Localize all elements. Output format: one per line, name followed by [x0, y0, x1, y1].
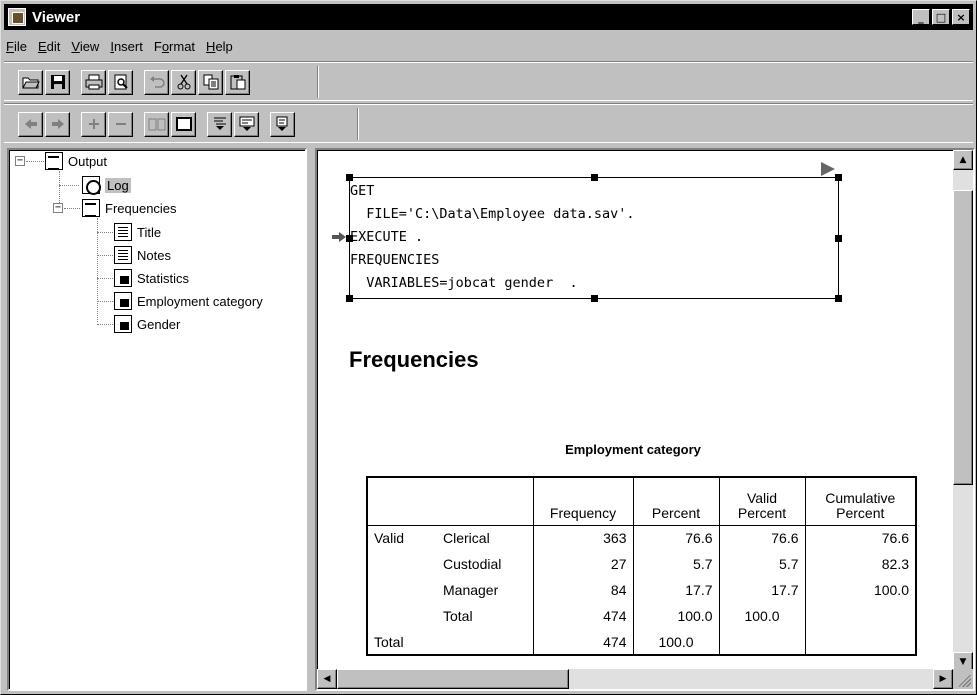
- content-pane[interactable]: GET FILE='C:\Data\Employee data.sav'. EX…: [315, 148, 975, 691]
- table-row: Custodial 27 5.7 5.7 82.3: [367, 551, 916, 577]
- hide-box-icon[interactable]: [171, 111, 196, 137]
- menu-bar: File Edit View Insert Format Help: [4, 33, 973, 59]
- col-header-valid-percent: Valid Percent: [718, 477, 805, 526]
- horizontal-scrollbar[interactable]: ◀ ▶: [317, 669, 953, 689]
- vertical-scroll-thumb[interactable]: [953, 190, 973, 485]
- table-title[interactable]: Employment category: [317, 442, 949, 457]
- tree-node-log[interactable]: Log: [82, 175, 131, 195]
- scroll-up-icon[interactable]: ▲: [953, 150, 973, 170]
- table-row: Total 474 100.0 100.0: [367, 603, 916, 629]
- tree-node-statistics[interactable]: Statistics: [114, 268, 189, 288]
- save-disk-icon[interactable]: [45, 69, 70, 95]
- vertical-scrollbar[interactable]: ▲ ▼: [953, 150, 973, 672]
- insert-title-icon[interactable]: [234, 111, 259, 137]
- print-preview-icon[interactable]: [108, 69, 133, 95]
- book-icon: [82, 199, 100, 217]
- menu-help[interactable]: Help: [206, 39, 233, 54]
- toolbar-group: [18, 66, 319, 98]
- undo-icon[interactable]: [144, 69, 169, 95]
- current-item-arrow-icon: [332, 232, 346, 242]
- collapse-minus-icon[interactable]: [108, 111, 133, 137]
- col-header-frequency: Frequency: [532, 477, 633, 526]
- window-title: Viewer: [32, 8, 81, 26]
- standard-toolbar: [4, 61, 973, 101]
- scissors-icon[interactable]: [171, 69, 196, 95]
- menu-format[interactable]: Format: [154, 39, 195, 54]
- menu-insert[interactable]: Insert: [110, 39, 143, 54]
- tree-node-title[interactable]: Title: [114, 222, 161, 242]
- book-icon: [45, 152, 63, 170]
- menu-edit[interactable]: Edit: [38, 39, 60, 54]
- scroll-right-icon[interactable]: ▶: [933, 669, 953, 689]
- printer-icon[interactable]: [81, 69, 106, 95]
- promote-arrow-left-icon[interactable]: [18, 111, 43, 137]
- title-page-icon: [114, 223, 132, 241]
- show-book-icon[interactable]: [144, 111, 169, 137]
- flag-icon: [821, 162, 835, 176]
- paste-icon[interactable]: [225, 69, 250, 95]
- app-icon[interactable]: [8, 8, 26, 26]
- minimize-button[interactable]: _: [912, 9, 930, 25]
- insert-heading-icon[interactable]: [207, 111, 232, 137]
- collapse-toggle-icon[interactable]: −: [53, 203, 63, 213]
- expand-plus-icon[interactable]: [81, 111, 106, 137]
- copy-icon[interactable]: [198, 69, 223, 95]
- tree-node-employment-category[interactable]: Employment category: [114, 291, 263, 311]
- notes-icon: [114, 246, 132, 264]
- table-row: Total 474 100.0: [367, 629, 916, 655]
- tree-node-notes[interactable]: Notes: [114, 245, 171, 265]
- demote-arrow-right-icon[interactable]: [45, 111, 70, 137]
- outline-pane[interactable]: − Output Log − Frequencies Title Notes S…: [7, 148, 307, 691]
- table-row: Manager 84 17.7 17.7 100.0: [367, 577, 916, 603]
- collapse-toggle-icon[interactable]: −: [15, 156, 25, 166]
- syntax-line: GET: [350, 183, 375, 199]
- toolbar-group: [18, 108, 359, 140]
- tree-node-frequencies[interactable]: Frequencies: [82, 198, 177, 218]
- syntax-line: FREQUENCIES: [350, 252, 440, 268]
- table-row: Valid Clerical 363 76.6 76.6 76.6: [367, 525, 916, 551]
- col-header-cumulative-percent: Cumulative Percent: [804, 477, 916, 526]
- viewer-window: Viewer _ □ × File Edit View Insert Forma…: [0, 0, 977, 695]
- syntax-line: FILE='C:\Data\Employee data.sav'.: [350, 206, 635, 222]
- outline-toolbar: [4, 103, 973, 143]
- frequency-table[interactable]: Frequency Percent Valid Percent Cumulativ…: [366, 476, 917, 656]
- title-bar[interactable]: Viewer _ □ ×: [4, 4, 973, 30]
- col-header-percent: Percent: [632, 477, 719, 526]
- menu-view[interactable]: View: [71, 39, 99, 54]
- table-icon: [114, 292, 132, 310]
- section-heading[interactable]: Frequencies: [349, 347, 479, 373]
- syntax-line: VARIABLES=jobcat gender .: [350, 275, 578, 291]
- horizontal-scroll-thumb[interactable]: [337, 669, 569, 689]
- insert-text-icon[interactable]: [270, 111, 295, 137]
- maximize-button[interactable]: □: [932, 9, 950, 25]
- output-document: GET FILE='C:\Data\Employee data.sav'. EX…: [317, 150, 949, 672]
- table-icon: [114, 269, 132, 287]
- table-icon: [114, 315, 132, 333]
- scroll-left-icon[interactable]: ◀: [317, 669, 337, 689]
- log-syntax-box[interactable]: GET FILE='C:\Data\Employee data.sav'. EX…: [346, 174, 842, 302]
- resize-grip-icon[interactable]: [953, 669, 973, 689]
- open-folder-icon[interactable]: [18, 69, 43, 95]
- tree-node-output[interactable]: Output: [45, 151, 107, 171]
- syntax-line: EXECUTE .: [350, 229, 424, 245]
- log-icon: [82, 176, 101, 195]
- tree-node-gender[interactable]: Gender: [114, 314, 180, 334]
- close-button[interactable]: ×: [952, 9, 970, 25]
- menu-file[interactable]: File: [6, 39, 27, 54]
